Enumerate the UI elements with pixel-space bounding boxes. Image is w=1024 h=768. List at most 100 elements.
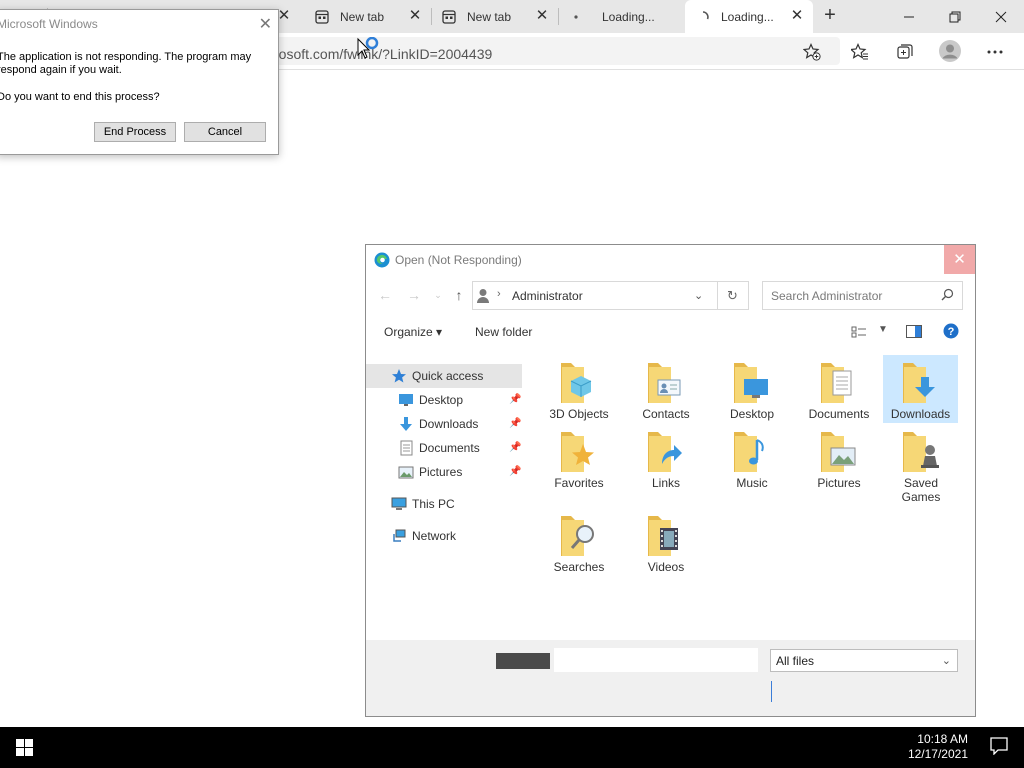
nav-item-quick-access[interactable]: Quick access: [391, 364, 483, 388]
folder-documents[interactable]: Documents: [799, 359, 879, 421]
close-icon[interactable]: ✕: [259, 14, 272, 34]
nav-item-network[interactable]: Network: [391, 524, 456, 548]
folder-contacts[interactable]: Contacts: [626, 359, 706, 421]
divider: [717, 282, 718, 309]
folder-label: Saved Games: [901, 476, 941, 504]
folder-label: Documents: [808, 407, 870, 421]
up-arrow-icon[interactable]: ↑: [451, 287, 467, 303]
forward-arrow-icon[interactable]: →: [406, 287, 422, 303]
busy-cursor-icon: [356, 36, 382, 63]
saved-games-folder-icon: [903, 432, 939, 472]
notification-center-icon[interactable]: [990, 737, 1012, 757]
nav-item-this-pc[interactable]: This PC: [391, 492, 455, 516]
documents-icon: [398, 440, 414, 456]
searches-folder-icon: [561, 516, 594, 556]
search-icon[interactable]: [941, 288, 955, 302]
music-folder-icon: [734, 432, 764, 472]
dialog-title: Open (Not Responding): [395, 253, 522, 267]
organize-button[interactable]: Organize ▾: [384, 325, 442, 339]
cancel-button[interactable]: Cancel: [184, 122, 266, 142]
loading-spinner-icon: [695, 9, 711, 25]
folder-searches[interactable]: Searches: [539, 512, 619, 574]
settings-menu-icon[interactable]: [985, 42, 1005, 62]
start-button[interactable]: [0, 727, 48, 768]
back-arrow-icon[interactable]: ←: [377, 287, 393, 303]
file-type-dropdown[interactable]: All files ⌄: [770, 649, 958, 672]
open-file-dialog: Open (Not Responding) ✕ ← → ⌄ ↑ › Admini…: [365, 244, 976, 717]
close-window-button[interactable]: [978, 0, 1024, 33]
links-folder-icon: [648, 432, 682, 472]
folder-links[interactable]: Links: [626, 428, 706, 490]
file-type-value: All files: [776, 654, 815, 668]
taskbar: 10:18 AM 12/17/2021: [0, 727, 1024, 768]
favorites-folder-icon: [561, 432, 594, 472]
system-clock[interactable]: 10:18 AM 12/17/2021: [908, 732, 968, 762]
downloads-folder-icon: [902, 363, 935, 403]
folder-music[interactable]: Music: [712, 428, 792, 490]
folder-grid: 3D Objects Contacts Desktop Documents Do…: [536, 353, 966, 593]
chevron-down-icon[interactable]: ▼: [878, 324, 888, 335]
desktop-folder-icon: [734, 363, 768, 403]
breadcrumb[interactable]: › Administrator ⌄ ↻: [472, 281, 749, 310]
preview-pane-icon[interactable]: [906, 325, 922, 339]
search-input[interactable]: Search Administrator: [762, 281, 963, 310]
folder-3d-objects[interactable]: 3D Objects: [539, 359, 619, 421]
tab-new-tab-1[interactable]: New tab ✕: [304, 0, 431, 33]
recent-locations-icon[interactable]: ⌄: [430, 287, 446, 303]
tab-loading-active[interactable]: Loading... ✕: [685, 0, 813, 33]
videos-folder-icon: [648, 516, 678, 556]
tab-new-tab-2[interactable]: New tab ✕: [431, 0, 558, 33]
folder-label: Links: [651, 476, 680, 490]
folder-label: Favorites: [554, 476, 604, 490]
tab-close-icon[interactable]: ✕: [789, 8, 805, 24]
file-name-label: [496, 653, 550, 669]
new-folder-button[interactable]: New folder: [475, 325, 532, 339]
tab-close-icon[interactable]: ✕: [534, 8, 550, 24]
tab-close-icon[interactable]: ✕: [407, 8, 423, 24]
collections-icon[interactable]: [895, 42, 915, 62]
folder-label: Downloads: [890, 407, 951, 421]
url-text: rosoft.com/fwlink/?LinkID=2004439: [274, 46, 493, 62]
command-bar: Organize ▾ New folder ▼ ?: [366, 318, 975, 346]
dialog-message: The application is not responding. The p…: [0, 51, 252, 76]
minimize-button[interactable]: [886, 0, 932, 33]
documents-folder-icon: [821, 363, 852, 403]
new-tab-button[interactable]: +: [818, 4, 842, 28]
focus-caret: [771, 681, 772, 702]
tab-label: Loading...: [602, 9, 655, 24]
folder-videos[interactable]: Videos: [626, 512, 706, 574]
tab-loading-1[interactable]: Loading...: [558, 0, 685, 33]
restore-button[interactable]: [932, 0, 978, 33]
folder-desktop[interactable]: Desktop: [712, 359, 792, 421]
nav-label: Quick access: [412, 369, 484, 383]
file-name-input[interactable]: [554, 648, 758, 672]
loading-dot-icon: [568, 9, 584, 25]
nav-item-documents[interactable]: Documents: [398, 436, 480, 460]
refresh-icon[interactable]: ↻: [727, 288, 738, 304]
folder-label: 3D Objects: [549, 407, 609, 421]
folder-favorites[interactable]: Favorites: [539, 428, 619, 490]
profile-avatar[interactable]: [939, 40, 961, 62]
nav-item-downloads[interactable]: Downloads: [398, 412, 478, 436]
close-button[interactable]: ✕: [944, 245, 975, 274]
network-icon: [391, 528, 407, 544]
3d-objects-folder-icon: [561, 363, 592, 403]
pin-icon: 📌: [509, 466, 522, 477]
end-process-button[interactable]: End Process: [94, 122, 176, 142]
folder-label: Desktop: [729, 407, 775, 421]
view-options-icon[interactable]: [851, 325, 867, 339]
user-icon: [476, 288, 492, 304]
nav-item-desktop[interactable]: Desktop: [398, 388, 463, 412]
chevron-down-icon[interactable]: ⌄: [694, 289, 703, 302]
folder-pictures[interactable]: Pictures: [799, 428, 879, 490]
pin-icon: 📌: [509, 418, 522, 429]
pictures-icon: [398, 464, 414, 480]
favorites-icon[interactable]: [850, 42, 870, 62]
folder-label: Searches: [553, 560, 605, 574]
folder-saved-games[interactable]: Saved Games: [886, 428, 956, 504]
add-favorite-icon[interactable]: [802, 42, 822, 62]
help-icon[interactable]: ?: [943, 323, 959, 339]
folder-downloads[interactable]: Downloads: [883, 355, 958, 423]
nav-item-pictures[interactable]: Pictures: [398, 460, 462, 484]
star-icon: [391, 368, 407, 384]
